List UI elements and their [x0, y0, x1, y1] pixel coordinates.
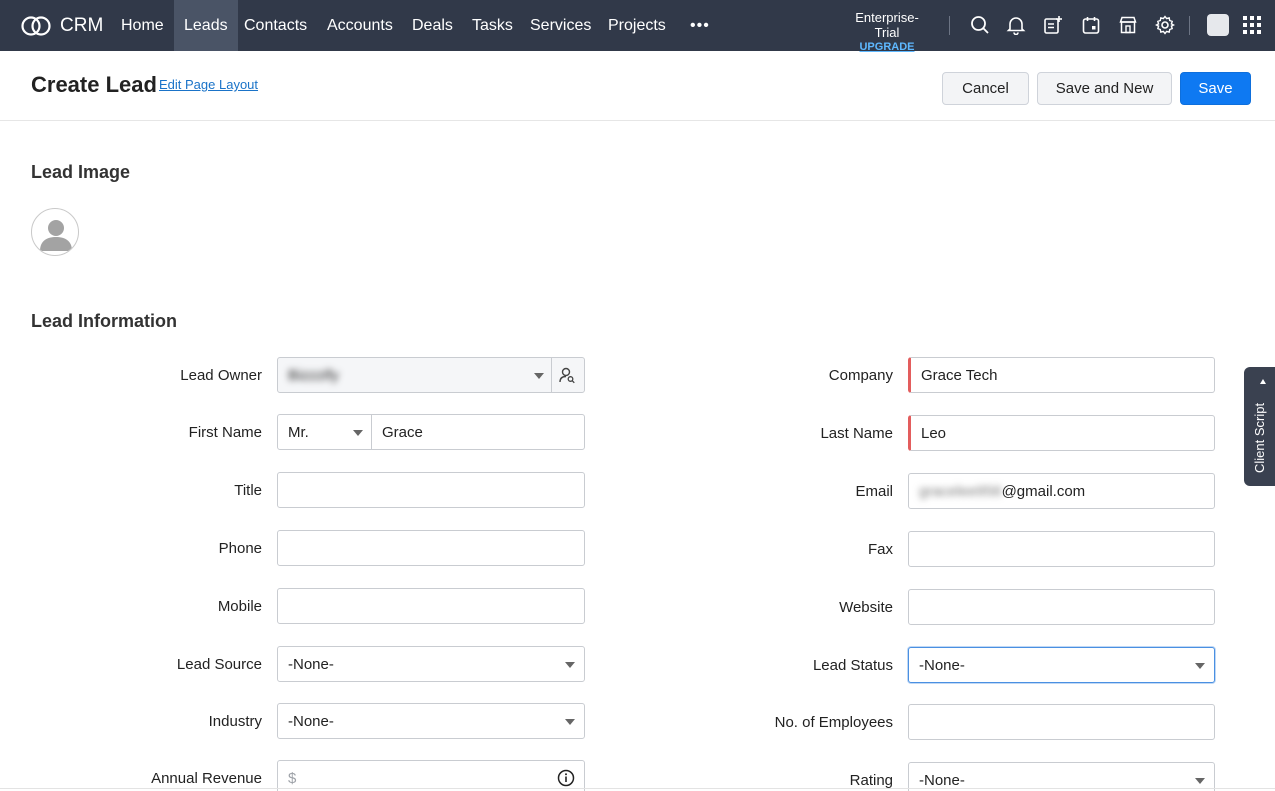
mobile-label: Mobile [217, 598, 262, 615]
fax-label: Fax [867, 541, 893, 558]
email-input[interactable]: gracelee956@gmail.com [908, 473, 1215, 509]
lead-status-value: -None- [919, 657, 965, 674]
lead-owner-label: Lead Owner [180, 367, 262, 384]
lead-owner-value: Bizzzify [288, 367, 339, 384]
chevron-down-icon [565, 662, 575, 668]
crm-logo-icon [21, 16, 51, 36]
chevron-down-icon [1195, 663, 1205, 669]
calendar-icon[interactable] [1080, 14, 1102, 36]
lead-image-upload[interactable] [31, 208, 79, 256]
tab-leads[interactable]: Leads [174, 0, 238, 51]
save-button[interactable]: Save [1180, 72, 1251, 105]
nav-divider [1189, 16, 1190, 35]
tab-home[interactable]: Home [111, 0, 174, 51]
phone-label: Phone [218, 540, 262, 557]
lead-source-value: -None- [288, 656, 334, 673]
user-avatar[interactable] [1207, 14, 1229, 36]
industry-select[interactable]: -None- [277, 703, 585, 739]
mobile-input[interactable] [277, 588, 585, 624]
page-title: Create Lead [31, 72, 157, 97]
search-icon[interactable] [969, 14, 991, 36]
chevron-down-icon [1195, 778, 1205, 784]
nav-divider [949, 16, 950, 35]
tab-contacts[interactable]: Contacts [234, 0, 317, 51]
top-nav: CRM Home Leads Contacts Accounts Deals T… [0, 0, 1275, 53]
chevron-down-icon [353, 430, 363, 436]
field-divider [551, 358, 552, 392]
default-avatar-icon [40, 220, 72, 251]
tab-tasks[interactable]: Tasks [462, 0, 523, 51]
lead-image-heading: Lead Image [31, 162, 131, 182]
lead-status-select[interactable]: -None- [908, 647, 1215, 683]
employees-input[interactable] [908, 704, 1215, 740]
annual-revenue-label: Annual Revenue [151, 770, 262, 787]
client-script-label: Client Script [1252, 402, 1267, 473]
company-label: Company [828, 367, 893, 384]
chevron-down-icon [534, 373, 544, 379]
apps-grid-icon[interactable] [1241, 14, 1263, 36]
email-label: Email [855, 483, 893, 500]
website-label: Website [839, 599, 893, 616]
rating-label: Rating [849, 772, 893, 789]
tab-projects[interactable]: Projects [598, 0, 676, 51]
bell-icon[interactable] [1005, 14, 1027, 36]
lead-owner-select[interactable]: Bizzzify [277, 357, 585, 393]
salutation-select[interactable]: Mr. [277, 414, 372, 450]
first-name-value: Grace [382, 424, 423, 441]
salutation-value: Mr. [288, 424, 309, 441]
lead-information-heading: Lead Information [31, 311, 178, 331]
first-name-label: First Name [188, 424, 262, 441]
tab-deals[interactable]: Deals [402, 0, 463, 51]
title-label: Title [234, 482, 262, 499]
lead-source-select[interactable]: -None- [277, 646, 585, 682]
plan-label: Enterprise-Trial [855, 10, 919, 40]
employees-label: No. of Employees [774, 714, 893, 731]
website-input[interactable] [908, 589, 1215, 625]
rating-value: -None- [919, 772, 965, 789]
lead-source-label: Lead Source [176, 656, 262, 673]
email-user-blurred: gracelee956 [919, 483, 1002, 500]
gear-icon[interactable] [1154, 14, 1176, 36]
tab-services[interactable]: Services [520, 0, 601, 51]
industry-value: -None- [288, 713, 334, 730]
annual-revenue-input[interactable]: $ [277, 760, 585, 791]
page-header: Create Lead Edit Page Layout Cancel Save… [0, 51, 1275, 121]
currency-placeholder: $ [288, 770, 297, 787]
chevron-down-icon [565, 719, 575, 725]
email-domain: @gmail.com [1001, 483, 1086, 500]
company-value: Grace Tech [921, 367, 998, 384]
fax-input[interactable] [908, 531, 1215, 567]
email-value: gracelee956@gmail.com [919, 483, 1085, 500]
chevron-up-icon [1260, 379, 1266, 384]
title-input[interactable] [277, 472, 585, 508]
trial-info: Enterprise-Trial UPGRADE [843, 10, 931, 53]
phone-input[interactable] [277, 530, 585, 566]
industry-label: Industry [208, 713, 262, 730]
user-lookup-icon[interactable] [558, 366, 576, 388]
crm-logo[interactable]: CRM [20, 13, 103, 39]
tab-accounts[interactable]: Accounts [317, 0, 403, 51]
cancel-button[interactable]: Cancel [942, 72, 1029, 105]
add-note-icon[interactable] [1042, 14, 1064, 36]
logo-text: CRM [60, 15, 104, 36]
footer-divider [0, 788, 1275, 789]
lead-status-label: Lead Status [812, 657, 893, 674]
save-and-new-button[interactable]: Save and New [1037, 72, 1172, 105]
client-script-tab[interactable]: Client Script [1244, 367, 1275, 486]
last-name-label: Last Name [820, 425, 893, 442]
edit-page-layout-link[interactable]: Edit Page Layout [159, 77, 258, 92]
marketplace-icon[interactable] [1117, 14, 1139, 36]
last-name-input[interactable]: Leo [908, 415, 1215, 451]
first-name-input[interactable]: Grace [371, 414, 585, 450]
last-name-value: Leo [921, 425, 947, 442]
more-tabs-button[interactable]: ••• [690, 17, 710, 35]
rating-select[interactable]: -None- [908, 762, 1215, 791]
company-input[interactable]: Grace Tech [908, 357, 1215, 393]
